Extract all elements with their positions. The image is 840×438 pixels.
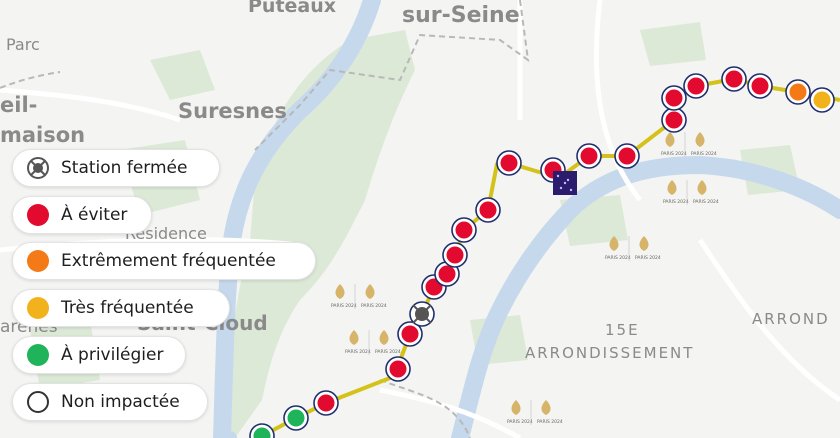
- label-puteaux: Puteaux: [248, 0, 336, 17]
- station-avoid-10[interactable]: [475, 197, 501, 223]
- paris-2024-badge-text: PARIS 2024: [345, 349, 371, 355]
- legend-label-closed: Station fermée: [61, 158, 188, 178]
- label-arrond: ARROND: [752, 310, 830, 328]
- station-avoid-19[interactable]: [747, 73, 773, 99]
- yellow-dot-icon: [27, 297, 49, 319]
- station-avoid-15[interactable]: [661, 107, 687, 133]
- station-closed-5[interactable]: [409, 301, 435, 327]
- paris-2024-badge-text: PARIS 2024: [661, 151, 687, 157]
- legend-item-very-busy[interactable]: Très fréquentée: [12, 289, 230, 327]
- station-avoid-2[interactable]: [313, 390, 339, 416]
- empty-dot-icon: [27, 391, 49, 413]
- station-avoid-18[interactable]: [721, 66, 747, 92]
- paris-2024-badge-text: PARIS 2024: [375, 349, 401, 355]
- station-avoid-13[interactable]: [576, 143, 602, 169]
- station-extreme-20[interactable]: [785, 79, 811, 105]
- green-dot-icon: [27, 344, 49, 366]
- paris-2024-badge-text: PARIS 2024: [537, 419, 563, 425]
- legend-item-unaffected[interactable]: Non impactée: [12, 383, 208, 421]
- paris-2024-badge-text: PARIS 2024: [605, 255, 631, 261]
- station-avoid-8[interactable]: [442, 242, 468, 268]
- station-preferred-1[interactable]: [283, 405, 309, 431]
- station-very_busy-21[interactable]: [809, 87, 835, 113]
- paris-2024-badge-text: PARIS 2024: [361, 303, 387, 309]
- orange-dot-icon: [27, 250, 49, 272]
- legend-item-extreme[interactable]: Extrêmement fréquentée: [12, 242, 316, 280]
- closed-station-icon: [27, 157, 49, 179]
- olympic-venue-marker[interactable]: [553, 171, 577, 195]
- station-avoid-17[interactable]: [683, 73, 709, 99]
- legend-label-preferred: À privilégier: [61, 345, 164, 365]
- paris-2024-badge-text: PARIS 2024: [635, 255, 661, 261]
- legend-label-very-busy: Très fréquentée: [61, 298, 194, 318]
- station-avoid-11[interactable]: [496, 150, 522, 176]
- label-parc: Parc: [6, 35, 40, 54]
- label-sur-seine: sur-Seine: [402, 3, 520, 28]
- paris-2024-badge-text: PARIS 2024: [663, 199, 689, 205]
- paris-2024-badge-text: PARIS 2024: [331, 303, 357, 309]
- label-arrondissement: ARRONDISSEMENT: [525, 344, 694, 362]
- legend-item-preferred[interactable]: À privilégier: [12, 336, 186, 374]
- paris-2024-badge-text: PARIS 2024: [691, 151, 717, 157]
- station-avoid-3[interactable]: [385, 356, 411, 382]
- legend-label-extreme: Extrêmement fréquentée: [61, 251, 276, 271]
- station-avoid-9[interactable]: [451, 217, 477, 243]
- red-dot-icon: [27, 204, 49, 226]
- label-maison: maison: [0, 123, 85, 147]
- legend-label-avoid: À éviter: [61, 205, 128, 225]
- paris-2024-badge-text: PARIS 2024: [693, 199, 719, 205]
- label-15e: 15E: [605, 321, 640, 339]
- station-avoid-16[interactable]: [661, 85, 687, 111]
- legend-item-closed[interactable]: Station fermée: [12, 149, 220, 187]
- label-suresnes: Suresnes: [178, 99, 287, 123]
- legend-label-unaffected: Non impactée: [61, 392, 180, 412]
- label-eil: eil-: [0, 93, 37, 117]
- paris-2024-badge-text: PARIS 2024: [507, 419, 533, 425]
- legend-item-avoid[interactable]: À éviter: [12, 196, 152, 234]
- station-avoid-14[interactable]: [614, 143, 640, 169]
